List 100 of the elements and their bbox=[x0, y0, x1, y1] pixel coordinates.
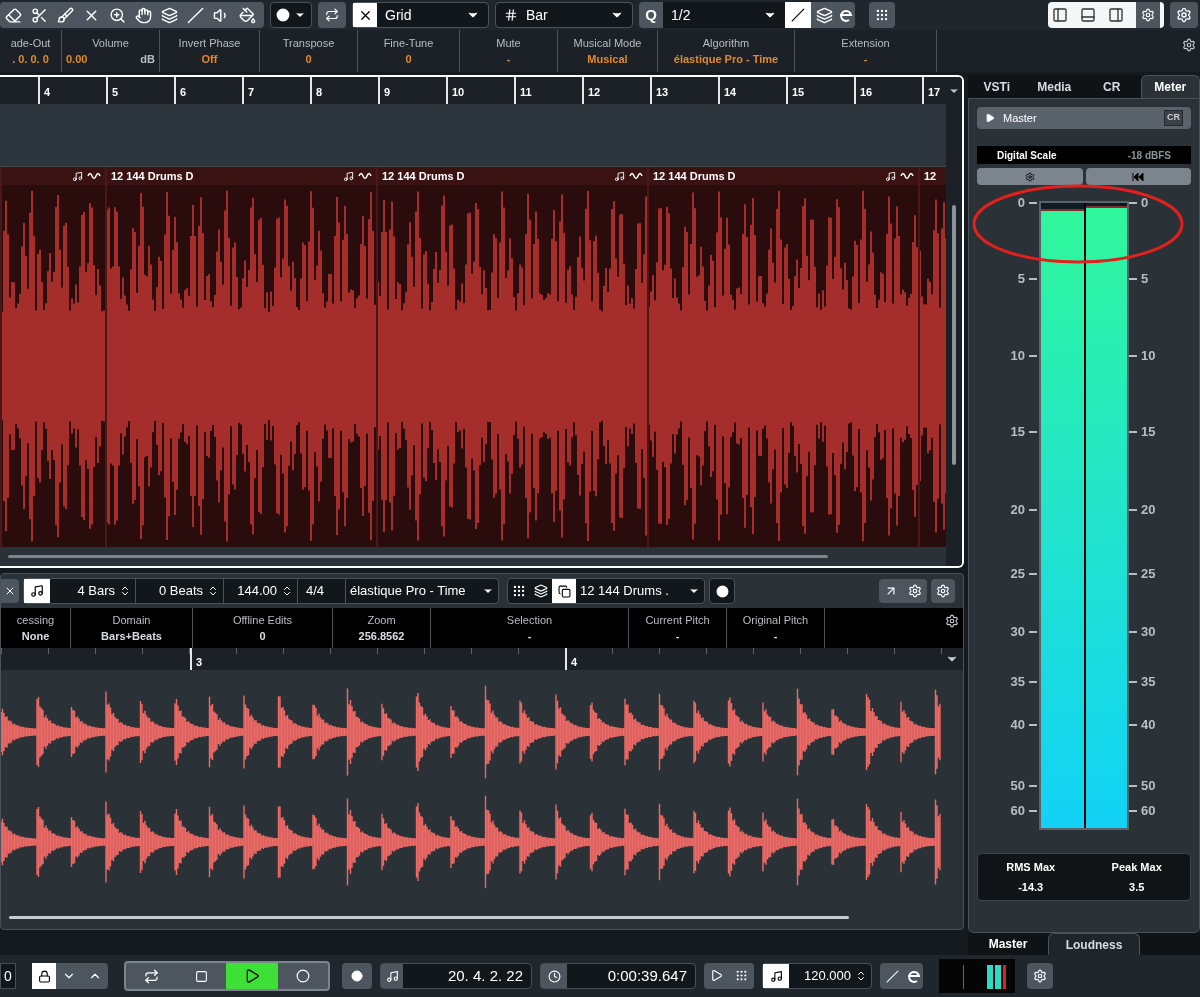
position-display[interactable]: 20. 4. 2. 22 bbox=[380, 963, 532, 989]
left-zone-icon[interactable] bbox=[1052, 7, 1068, 23]
vertical-scrollbar[interactable] bbox=[952, 205, 956, 465]
zone-tab[interactable]: Meter bbox=[1140, 75, 1200, 98]
view-tab[interactable]: Loudness bbox=[1048, 933, 1140, 955]
stepper-arrows-icon[interactable] bbox=[119, 585, 131, 597]
slash-icon bbox=[791, 8, 805, 22]
scale-label: 15 bbox=[1141, 423, 1156, 441]
info-value[interactable]: Bars+Beats bbox=[101, 628, 162, 645]
transport-settings-button[interactable] bbox=[1027, 963, 1053, 989]
info-value[interactable]: 0 bbox=[405, 51, 412, 68]
align-button[interactable] bbox=[869, 2, 895, 28]
zone-tab[interactable]: Media bbox=[1025, 75, 1083, 98]
grid-type-dropdown[interactable]: Bar bbox=[495, 2, 633, 28]
info-label: Domain bbox=[112, 612, 151, 628]
audio-event[interactable]: 12 bbox=[918, 167, 946, 548]
info-value[interactable]: 0 bbox=[259, 628, 266, 645]
clock-icon bbox=[547, 969, 561, 983]
info-label: Extension bbox=[841, 35, 890, 51]
ruler-bar-number: 3 bbox=[196, 654, 203, 670]
play-button[interactable] bbox=[226, 963, 278, 989]
zone-tab[interactable]: CR bbox=[1083, 75, 1141, 98]
info-value[interactable]: - bbox=[773, 628, 778, 645]
info-value[interactable]: élastique Pro - Time bbox=[673, 51, 779, 68]
reset-button[interactable] bbox=[1085, 168, 1191, 185]
punch-button[interactable] bbox=[342, 963, 372, 989]
algorithm-dropdown[interactable]: élastique Pro - Time bbox=[346, 579, 498, 603]
length-bars-field[interactable]: 4 Bars bbox=[50, 579, 136, 603]
snap-toggle-button[interactable] bbox=[318, 2, 346, 28]
copy-icon[interactable] bbox=[557, 584, 571, 598]
stack-icon[interactable] bbox=[534, 584, 548, 598]
reset-icon bbox=[1132, 172, 1145, 181]
window-settings-icon[interactable] bbox=[1141, 8, 1155, 22]
scale-label: 30 bbox=[1010, 623, 1025, 641]
info-value[interactable]: - bbox=[506, 51, 511, 68]
settings-button[interactable] bbox=[1170, 2, 1198, 28]
scale-label: 5 bbox=[1017, 270, 1025, 288]
stepper-arrows-icon[interactable] bbox=[281, 585, 293, 597]
scale-label: 60 bbox=[1010, 802, 1025, 820]
lock-icon[interactable] bbox=[37, 969, 51, 983]
scale-label: 50 bbox=[1141, 777, 1156, 795]
editor-setup-icon[interactable] bbox=[908, 584, 922, 598]
record-icon bbox=[296, 969, 310, 983]
info-value[interactable]: Musical bbox=[587, 51, 628, 68]
info-value[interactable]: - bbox=[527, 628, 532, 645]
snap-button[interactable] bbox=[1, 579, 19, 603]
palette-icon bbox=[715, 584, 729, 598]
grid-dots-icon bbox=[875, 8, 889, 22]
event-name: 12 bbox=[924, 169, 937, 185]
info-value[interactable]: None bbox=[21, 628, 50, 645]
expand-triangle-icon bbox=[985, 113, 995, 123]
color-menu-button[interactable] bbox=[270, 2, 312, 28]
settings-icon bbox=[1033, 969, 1047, 983]
tempo-display[interactable]: 120.000 bbox=[762, 963, 872, 989]
info-value[interactable]: - bbox=[863, 51, 868, 68]
scale-label: 50 bbox=[1010, 777, 1025, 795]
info-label: Selection bbox=[506, 612, 553, 628]
control-room-badge: CR bbox=[1164, 110, 1183, 126]
quantize-toggle-button[interactable] bbox=[785, 2, 811, 28]
stepper-arrows-icon[interactable] bbox=[855, 970, 867, 982]
settings-icon[interactable] bbox=[945, 614, 959, 628]
horizontal-scrollbar[interactable] bbox=[9, 915, 849, 919]
dot-icon bbox=[351, 970, 363, 982]
stepper-arrows-icon[interactable] bbox=[207, 585, 219, 597]
audio-event[interactable]: 12 144 Drums D bbox=[105, 167, 376, 548]
signature-field[interactable]: 4/4 bbox=[298, 579, 346, 603]
digital-scale-value[interactable]: -18 dBFS bbox=[1127, 147, 1171, 163]
tempo-field[interactable]: 144.00 bbox=[224, 579, 298, 603]
info-value[interactable]: - bbox=[675, 628, 680, 645]
horizontal-scrollbar[interactable] bbox=[8, 555, 828, 559]
warp-icon bbox=[900, 171, 914, 182]
length-beats-field[interactable]: 0 Beats bbox=[136, 579, 224, 603]
info-value[interactable]: 0 bbox=[305, 51, 312, 68]
time-display[interactable]: 0:00:39.647 bbox=[540, 963, 696, 989]
channel-header[interactable]: Master CR bbox=[977, 107, 1191, 129]
quantize-dropdown[interactable]: 1/2 bbox=[663, 2, 785, 28]
info-value[interactable]: 256.8562 bbox=[358, 628, 405, 645]
audio-event[interactable]: 12 144 Drums D bbox=[647, 167, 918, 548]
scale-label: 25 bbox=[1141, 565, 1156, 583]
transport-value[interactable]: 0 bbox=[0, 963, 16, 989]
audio-event[interactable]: 12 144 Drums D bbox=[376, 167, 647, 548]
right-zone-icon[interactable] bbox=[1108, 7, 1124, 23]
note-icon bbox=[385, 969, 399, 983]
lower-settings-button[interactable] bbox=[931, 579, 955, 603]
settings-icon bbox=[1024, 171, 1035, 182]
event-name: 12 144 Drums D bbox=[111, 169, 194, 185]
grid-icon bbox=[504, 8, 518, 22]
info-label: Transpose bbox=[282, 35, 335, 51]
snap-mode-dropdown[interactable]: Grid bbox=[352, 2, 489, 28]
settings-icon[interactable] bbox=[1182, 38, 1196, 52]
scale-label: 0 bbox=[1141, 194, 1149, 212]
info-value[interactable]: Off bbox=[201, 51, 218, 68]
info-value[interactable]: . 0. 0. 0 bbox=[12, 51, 49, 68]
info-label: ade-Out bbox=[10, 35, 51, 51]
scale-label: 30 bbox=[1141, 623, 1156, 641]
zone-tab[interactable]: VSTi bbox=[968, 75, 1026, 98]
color-button[interactable] bbox=[709, 578, 735, 604]
lower-zone-icon[interactable] bbox=[1080, 7, 1096, 23]
scale-label: 25 bbox=[1010, 565, 1025, 583]
info-value[interactable]: 0.00 bbox=[66, 51, 88, 68]
